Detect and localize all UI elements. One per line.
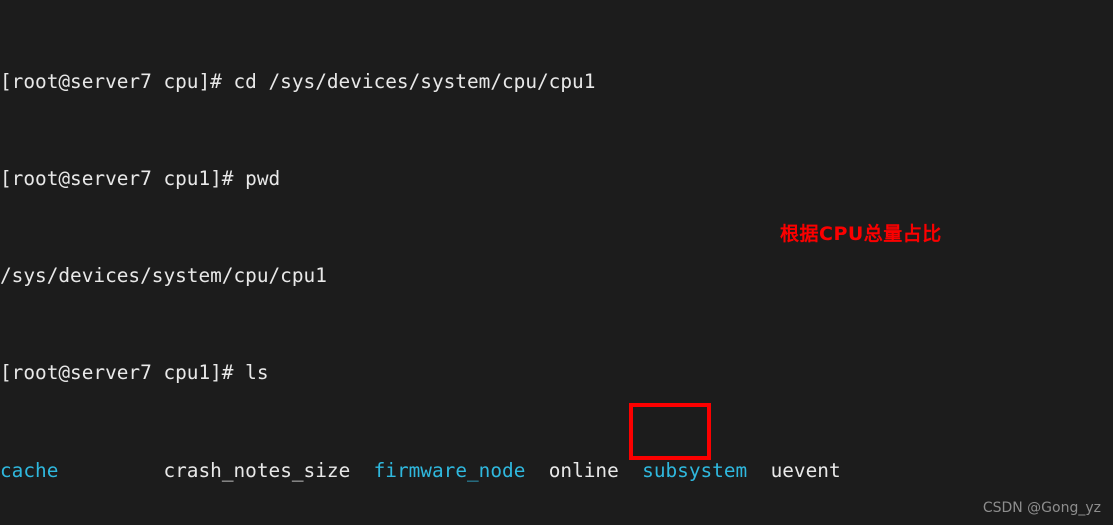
terminal-line: [root@server7 cpu1]# ls (0, 361, 1113, 385)
ls-entry-online: online (548, 458, 619, 482)
shell-prompt: [root@server7 cpu]# (0, 69, 234, 93)
terminal-output: [root@server7 cpu]# cd /sys/devices/syst… (0, 0, 1113, 525)
shell-prompt: [root@server7 cpu1]# (0, 361, 246, 385)
shell-prompt: [root@server7 cpu1]# (0, 167, 246, 191)
command-output: /sys/devices/system/cpu/cpu1 (0, 264, 327, 288)
command-text: pwd (245, 167, 281, 191)
ls-entry-crash-notes-size: crash_notes_size (163, 458, 351, 482)
terminal-line: [root@server7 cpu]# cd /sys/devices/syst… (0, 70, 1113, 94)
watermark: CSDN @Gong_yz (982, 499, 1101, 516)
ls-output-row: cache crash_notes_size firmware_node onl… (0, 459, 1113, 483)
ls-entry-subsystem: subsystem (642, 458, 748, 482)
command-text: cd /sys/devices/system/cpu/cpu1 (233, 69, 596, 93)
terminal-window[interactable]: [root@server7 cpu]# cd /sys/devices/syst… (0, 0, 1113, 525)
command-text: ls (245, 361, 269, 385)
ls-entry-cache: cache (0, 458, 59, 482)
ls-entry-uevent: uevent (770, 458, 841, 482)
ls-entry-firmware-node: firmware_node (373, 458, 526, 482)
cpu-share-annotation: 根据CPU总量占比 (780, 223, 942, 245)
terminal-line: /sys/devices/system/cpu/cpu1 (0, 264, 1113, 288)
terminal-line: [root@server7 cpu1]# pwd (0, 167, 1113, 191)
